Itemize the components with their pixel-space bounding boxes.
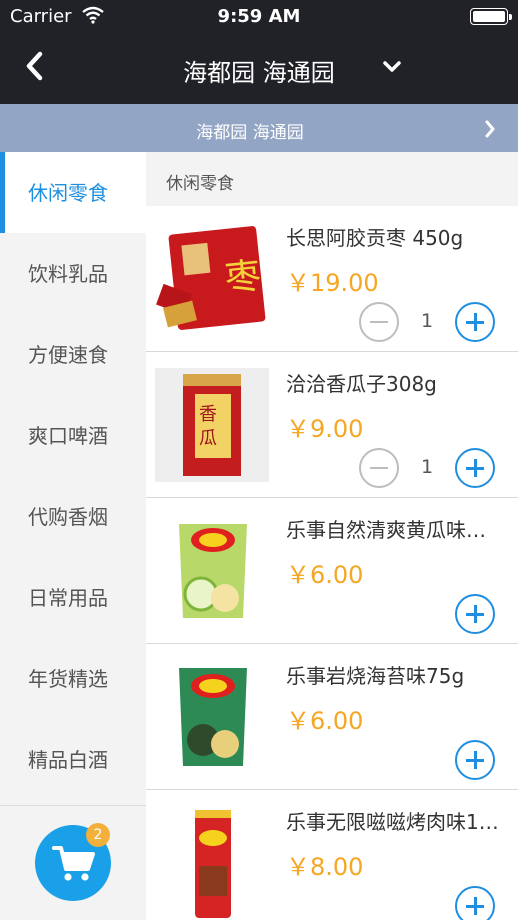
sidebar-divider xyxy=(0,805,146,806)
decrease-quantity-button[interactable] xyxy=(359,448,399,488)
sidebar-item-label: 日常用品 xyxy=(28,586,108,610)
product-name: 洽洽香瓜子308g xyxy=(286,372,437,396)
section-title: 休闲零食 xyxy=(166,174,234,194)
cart-count-badge: 2 xyxy=(86,823,110,847)
chevron-right-icon xyxy=(485,120,495,138)
sidebar-item-instant-food[interactable]: 方便速食 xyxy=(0,314,146,395)
add-to-cart-button[interactable] xyxy=(455,302,495,342)
product-item[interactable]: 乐事无限嗞嗞烤肉味1… ￥8.00 xyxy=(146,790,518,920)
sidebar-item-label: 方便速食 xyxy=(28,343,108,367)
product-image xyxy=(155,660,269,774)
sidebar-item-new-year-goods[interactable]: 年货精选 xyxy=(0,638,146,719)
sidebar-item-label: 年货精选 xyxy=(28,667,108,691)
svg-text:香: 香 xyxy=(199,404,217,425)
sidebar-item-drinks-dairy[interactable]: 饮料乳品 xyxy=(0,233,146,314)
sidebar-item-label: 精品白酒 xyxy=(28,748,108,772)
product-price: ￥9.00 xyxy=(286,415,364,443)
page-title[interactable]: 海都园 海通园 xyxy=(0,53,518,88)
chevron-down-icon[interactable] xyxy=(382,60,402,74)
product-name: 乐事自然清爽黄瓜味… xyxy=(286,518,486,542)
product-image xyxy=(155,514,269,628)
product-quantity: 1 xyxy=(420,310,434,332)
add-to-cart-button[interactable] xyxy=(455,886,495,920)
status-time: 9:59 AM xyxy=(217,6,301,27)
add-to-cart-button[interactable] xyxy=(455,740,495,780)
sidebar-item-baijiu[interactable]: 精品白酒 xyxy=(0,719,146,800)
product-item[interactable]: 乐事岩烧海苔味75g ￥6.00 xyxy=(146,644,518,790)
cart-icon xyxy=(52,846,95,881)
product-name: 乐事岩烧海苔味75g xyxy=(286,664,465,688)
product-price: ￥6.00 xyxy=(286,707,364,735)
sidebar-item-label: 饮料乳品 xyxy=(28,262,108,286)
product-name: 乐事无限嗞嗞烤肉味1… xyxy=(286,810,499,834)
product-price: ￥6.00 xyxy=(286,561,364,589)
location-label: 海都园 海通园 xyxy=(196,123,304,143)
sidebar-item-beer[interactable]: 爽口啤酒 xyxy=(0,395,146,476)
location-bar[interactable]: 海都园 海通园 xyxy=(0,104,518,152)
sidebar-item-cigarettes[interactable]: 代购香烟 xyxy=(0,476,146,557)
sidebar-item-label: 休闲零食 xyxy=(28,181,108,205)
product-item[interactable]: 乐事自然清爽黄瓜味… ￥6.00 xyxy=(146,498,518,644)
product-quantity: 1 xyxy=(420,456,434,478)
product-image xyxy=(155,806,269,920)
sidebar-item-snacks[interactable]: 休闲零食 xyxy=(0,152,146,233)
add-to-cart-button[interactable] xyxy=(455,448,495,488)
battery-icon xyxy=(470,8,512,25)
product-item[interactable]: 香 瓜 洽洽香瓜子308g ￥9.00 1 xyxy=(146,352,518,498)
product-price: ￥19.00 xyxy=(286,269,379,297)
product-item[interactable]: 枣 长思阿胶贡枣 450g ￥19.00 1 xyxy=(146,206,518,352)
svg-text:枣: 枣 xyxy=(223,255,263,300)
status-bar: Carrier 9:59 AM xyxy=(0,0,518,34)
product-image: 香 瓜 xyxy=(155,368,269,482)
product-name: 长思阿胶贡枣 450g xyxy=(286,226,464,250)
sidebar-item-label: 爽口啤酒 xyxy=(28,424,108,448)
sidebar-item-label: 代购香烟 xyxy=(28,505,108,529)
product-price: ￥8.00 xyxy=(286,853,364,881)
section-header: 休闲零食 xyxy=(146,152,518,206)
svg-text:瓜: 瓜 xyxy=(199,428,217,449)
product-image: 枣 xyxy=(155,222,269,336)
header: Carrier 9:59 AM 海都园 海通园 xyxy=(0,0,518,104)
add-to-cart-button[interactable] xyxy=(455,594,495,634)
decrease-quantity-button[interactable] xyxy=(359,302,399,342)
sidebar-item-daily-goods[interactable]: 日常用品 xyxy=(0,557,146,638)
